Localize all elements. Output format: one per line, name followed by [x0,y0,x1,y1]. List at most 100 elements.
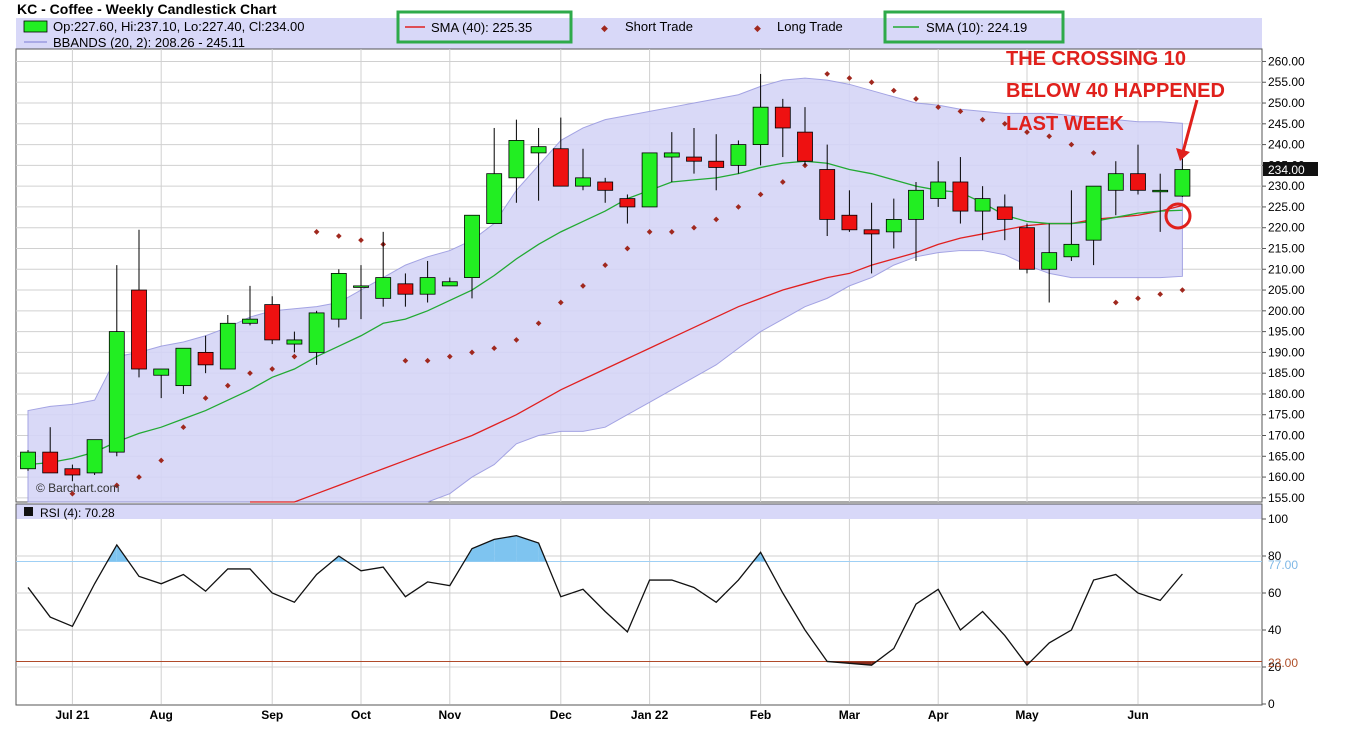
rsi-fills [107,535,1031,666]
candle-body [974,198,991,212]
ohlc-readout: Op:227.60, Hi:237.10, Lo:227.40, Cl:234.… [53,19,305,34]
candle-body [175,347,192,387]
candle-body [752,106,769,145]
price-tick-label: 245.00 [1268,117,1305,131]
rsi-label: RSI (4): 70.28 [40,506,115,520]
candle-body [663,152,680,158]
price-tick-label: 230.00 [1268,179,1305,193]
candle-body [597,181,614,191]
price-tick-label: 160.00 [1268,470,1305,484]
candle-body [197,351,214,366]
watermark: © Barchart.com [36,481,120,495]
candle-body [64,468,81,476]
rsi-grid [16,519,1262,704]
short-trade-marker-icon: ◆ [601,23,608,33]
candle-body [86,439,103,474]
candle-body [486,173,503,224]
sma10-readout: SMA (10): 224.19 [926,20,1027,35]
price-tick-label: 195.00 [1268,325,1305,339]
candle-body [219,322,236,370]
x-axis: Jul 21 Aug Sep Oct Nov Dec Jan 22 Feb Mar Apr May J… [55,708,1148,722]
candle-body [863,229,880,235]
price-tick-label: 170.00 [1268,429,1305,443]
rsi-overbought-fill [472,539,495,562]
rsi-level-77-label: 77.00 [1268,558,1298,572]
candle-body [774,106,791,129]
candle-body [1019,227,1035,270]
candle-body [1152,189,1169,193]
candle-body [153,368,170,376]
rsi-overbought-fill [494,535,517,562]
candle-body [464,214,480,278]
candle-body [1130,173,1146,191]
candle-body [996,206,1013,220]
candle-body [575,177,591,187]
price-tick-label: 250.00 [1268,96,1305,110]
short-trade-legend: Short Trade [625,19,693,34]
candle-body [1174,169,1191,197]
candle-body [20,451,36,470]
candle-body [131,289,147,370]
x-tick-label: Nov [438,708,461,722]
x-tick-label: Jun [1127,708,1148,722]
rsi-tick-label: 0 [1268,697,1275,711]
candle-body [552,148,569,187]
candle-body [797,131,813,162]
price-badge: 234.00 [1268,163,1305,177]
rsi-tick-label: 100 [1268,512,1288,526]
candle-body [308,312,325,353]
x-tick-label: Apr [928,708,949,722]
candle-body [708,160,725,168]
candle-body [930,181,947,200]
long-trade-marker-icon: ◆ [754,23,761,33]
rsi-level-23-label: 23.00 [1268,656,1298,670]
candle-body [108,331,125,453]
candle-body [42,451,59,474]
price-tick-label: 175.00 [1268,408,1305,422]
rsi-axis: 020406080100 [1262,512,1288,711]
sar-marker [868,79,875,86]
x-tick-label: Aug [150,708,173,722]
candle-body [242,318,258,324]
candle-body [885,218,902,233]
rsi-line [27,534,1183,667]
rsi-tick-label: 40 [1268,623,1282,637]
sar-marker [1157,291,1164,298]
sar-marker [1135,295,1141,302]
sar-marker [335,233,342,239]
candle-body [441,281,458,287]
candle-body [353,285,369,288]
price-tick-label: 260.00 [1268,54,1305,68]
x-tick-label: Jan 22 [631,708,669,722]
sma40-readout: SMA (40): 225.35 [431,20,532,35]
price-tick-label: 225.00 [1268,200,1305,214]
candle-body [686,156,702,162]
price-tick-label: 165.00 [1268,449,1305,463]
price-tick-label: 255.00 [1268,75,1305,89]
sar-marker [890,87,897,94]
rsi-legend-swatch [24,507,33,516]
price-tick-label: 210.00 [1268,262,1305,276]
rsi-tick-label: 60 [1268,586,1282,600]
x-tick-label: Jul 21 [55,708,89,722]
annotation-line-2: BELOW 40 HAPPENED [1006,80,1225,102]
x-tick-label: Oct [351,708,371,722]
sar-marker [1179,287,1186,293]
candle-body [841,214,858,231]
candle-body [397,283,414,295]
price-tick-label: 220.00 [1268,221,1305,235]
candle-body [952,181,969,212]
candle-body [286,339,303,345]
annotation-line-3: LAST WEEK [1006,113,1124,135]
price-tick-label: 200.00 [1268,304,1305,318]
candle-body [619,198,636,208]
candle-body [730,144,747,166]
sar-marker [913,96,919,102]
price-axis: 155.00 160.00 165.00 170.00 175.00 180.00 185.… [1262,54,1305,505]
price-tick-label: 205.00 [1268,283,1305,297]
candle-body [264,304,281,341]
bbands-readout: BBANDS (20, 2): 208.26 - 245.11 [53,35,245,50]
x-tick-label: Sep [261,708,283,722]
candle-body [530,146,547,154]
sar-marker [358,237,364,244]
